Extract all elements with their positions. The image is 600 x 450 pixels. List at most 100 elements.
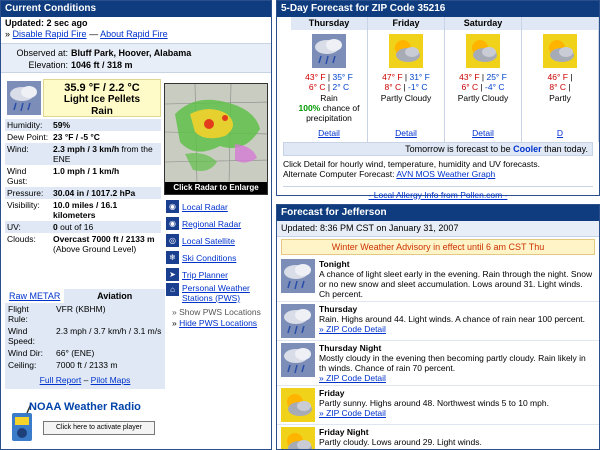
- current-condition: Light Ice Pellets: [63, 94, 141, 105]
- forecast-period: Tonight A chance of light sleet early in …: [277, 257, 599, 302]
- condition-label: Visibility:: [7, 200, 40, 210]
- forecast-day: 46° F | 8° C | Partly D: [522, 17, 599, 142]
- period-text: Tonight A chance of light sleet early in …: [319, 259, 595, 299]
- aviation-label: Flight Rule:: [8, 304, 29, 324]
- condition-main: 1.0 mph / 1 km/h: [53, 166, 120, 176]
- low-f: 31° F: [409, 72, 430, 82]
- five-day-forecast: 5-Day Forecast for ZIP Code 35216 Thursd…: [276, 0, 600, 200]
- regional-radar-link[interactable]: Regional Radar: [182, 219, 241, 229]
- tab-raw-metar[interactable]: Raw METAR: [5, 289, 64, 303]
- radar-caption[interactable]: Click Radar to Enlarge: [165, 182, 267, 194]
- condition-label: Wind Gust:: [7, 166, 28, 186]
- day-detail-link[interactable]: Detail: [291, 128, 367, 142]
- precip-pct: 100%: [298, 103, 321, 113]
- elevation-label: Elevation:: [28, 60, 68, 70]
- disable-rapid-fire-link[interactable]: Disable Rapid Fire: [13, 29, 87, 39]
- ski-conditions-item[interactable]: ❄ Ski Conditions: [166, 249, 271, 266]
- allergy-link[interactable]: - Local Allergy Info from Pollen.com -: [369, 190, 508, 200]
- jefferson-header: Forecast for Jefferson: [277, 205, 599, 221]
- regional-radar-icon: ◉: [166, 217, 179, 230]
- aviation-label: Ceiling:: [8, 360, 37, 370]
- tomorrow-summary: Tomorrow is forecast to be Cooler than t…: [283, 142, 593, 156]
- condition-main: 10.0 miles / 16.1 kilometers: [53, 200, 118, 220]
- avn-mos-link[interactable]: AVN MOS Weather Graph: [396, 169, 495, 179]
- pws-hide[interactable]: » Hide PWS Locations: [166, 318, 271, 329]
- pws-item[interactable]: ⌂ Personal Weather Stations (PWS): [166, 283, 271, 307]
- rain-icon: [281, 259, 315, 293]
- zip-detail-link[interactable]: » ZIP Code Detail: [319, 373, 595, 383]
- low-c: -1° C: [408, 82, 428, 92]
- day-condition: Rain: [320, 93, 338, 103]
- condition-value: 2.3 mph / 3 km/h from the ENE: [51, 143, 161, 165]
- pws-show[interactable]: » Show PWS Locations: [166, 307, 271, 318]
- temps-c: 8° C |: [549, 82, 571, 92]
- show-pws-label[interactable]: Show PWS Locations: [179, 307, 261, 317]
- period-name: Friday: [319, 388, 345, 398]
- tomorrow-pre: Tomorrow is forecast to be: [405, 144, 514, 154]
- rain-icon: [281, 304, 315, 338]
- noaa-radio: NOAA Weather Radio Click here to activat…: [5, 399, 165, 447]
- day-detail-link[interactable]: D: [522, 128, 598, 142]
- day-condition: Partly Cloudy: [380, 93, 432, 103]
- partly-cloudy-icon: [543, 34, 577, 68]
- full-report-link[interactable]: Full Report: [40, 375, 82, 385]
- ski-conditions-link[interactable]: Ski Conditions: [182, 253, 236, 263]
- period-name: Friday Night: [319, 427, 369, 437]
- high-c: 8° C: [549, 82, 567, 92]
- low-c: -4° C: [485, 82, 505, 92]
- high-f: 47° F: [382, 72, 403, 82]
- trip-planner-item[interactable]: ➤ Trip Planner: [166, 266, 271, 283]
- aviation-label: Wind Dir:: [8, 348, 43, 358]
- aviation-row: Flight Rule: VFR (KBHM): [5, 303, 165, 325]
- car-icon: ➤: [166, 268, 179, 281]
- advisory-banner[interactable]: Winter Weather Advisory in effect until …: [281, 239, 595, 255]
- about-rapid-fire-link[interactable]: About Rapid Fire: [100, 29, 168, 39]
- condition-suffix: (Above Ground Level): [53, 244, 137, 254]
- pilot-maps-link[interactable]: Pilot Maps: [91, 375, 131, 385]
- low-c: 2° C: [332, 82, 350, 92]
- regional-radar-item[interactable]: ◉ Regional Radar: [166, 215, 271, 232]
- activate-player-button[interactable]: Click here to activate player: [43, 421, 155, 435]
- pws-link[interactable]: Personal Weather Stations (PWS): [182, 283, 271, 303]
- condition-row: Visibility: 10.0 miles / 16.1 kilometers: [5, 199, 161, 221]
- hide-pws-link[interactable]: Hide PWS Locations: [179, 318, 257, 328]
- radar-image[interactable]: [165, 84, 268, 185]
- five-day-header: 5-Day Forecast for ZIP Code 35216: [277, 1, 599, 17]
- day-condition: Partly Cloudy: [457, 93, 509, 103]
- advisory-text[interactable]: Winter Weather Advisory in effect until …: [332, 242, 544, 252]
- period-name: Tonight: [319, 259, 350, 269]
- forecast-column: 5-Day Forecast for ZIP Code 35216 Thursd…: [276, 0, 600, 450]
- aviation-row: Wind Dir: 66° (ENE): [5, 347, 165, 359]
- day-name: Thursday: [291, 17, 367, 30]
- local-satellite-link[interactable]: Local Satellite: [182, 236, 235, 246]
- condition-value: 1.0 mph / 1 km/h: [51, 165, 161, 187]
- condition-row: UV: 0 out of 16: [5, 221, 161, 233]
- period-desc: A chance of light sleet early in the eve…: [319, 269, 593, 299]
- jefferson-forecast: Forecast for Jefferson Updated: 8:36 PM …: [276, 204, 600, 450]
- period-name: Thursday: [319, 304, 358, 314]
- day-detail-link[interactable]: Detail: [445, 128, 521, 142]
- day-detail-link[interactable]: Detail: [368, 128, 444, 142]
- aviation-table: Flight Rule: VFR (KBHM) Wind Speed: 2.3 mph…: [5, 303, 165, 371]
- zip-detail-link[interactable]: » ZIP Code Detail: [319, 408, 549, 418]
- temps-f: 43° F | 35° F: [305, 72, 353, 82]
- trip-planner-link[interactable]: Trip Planner: [182, 270, 228, 280]
- condition-label: UV:: [7, 222, 21, 232]
- period-desc: Partly sunny. Highs around 48. Northwest…: [319, 398, 549, 408]
- high-f: 43° F: [305, 72, 326, 82]
- local-radar-item[interactable]: ◉ Local Radar: [166, 198, 271, 215]
- condition-value: Overcast 7000 ft / 2133 m (Above Ground …: [51, 233, 161, 255]
- local-radar-link[interactable]: Local Radar: [182, 202, 228, 212]
- jefferson-updated: Updated: 8:36 PM CST on January 31, 2007: [277, 221, 599, 237]
- current-conditions-panel: Current Conditions Updated: 2 sec ago » …: [0, 0, 272, 450]
- condition-row: Dew Point: 23 °F / -5 °C: [5, 131, 161, 143]
- ski-icon: ❄: [166, 251, 179, 264]
- radar-map[interactable]: Click Radar to Enlarge: [164, 83, 268, 195]
- period-text: Thursday Rain. Highs around 44. Light win…: [319, 304, 585, 338]
- local-satellite-item[interactable]: ◎ Local Satellite: [166, 232, 271, 249]
- station-icon: ⌂: [166, 283, 179, 296]
- zip-detail-link[interactable]: » ZIP Code Detail: [319, 324, 585, 334]
- condition-label: Clouds:: [7, 234, 36, 244]
- partly-cloudy-icon: [389, 34, 423, 68]
- tab-aviation[interactable]: Aviation: [64, 289, 165, 303]
